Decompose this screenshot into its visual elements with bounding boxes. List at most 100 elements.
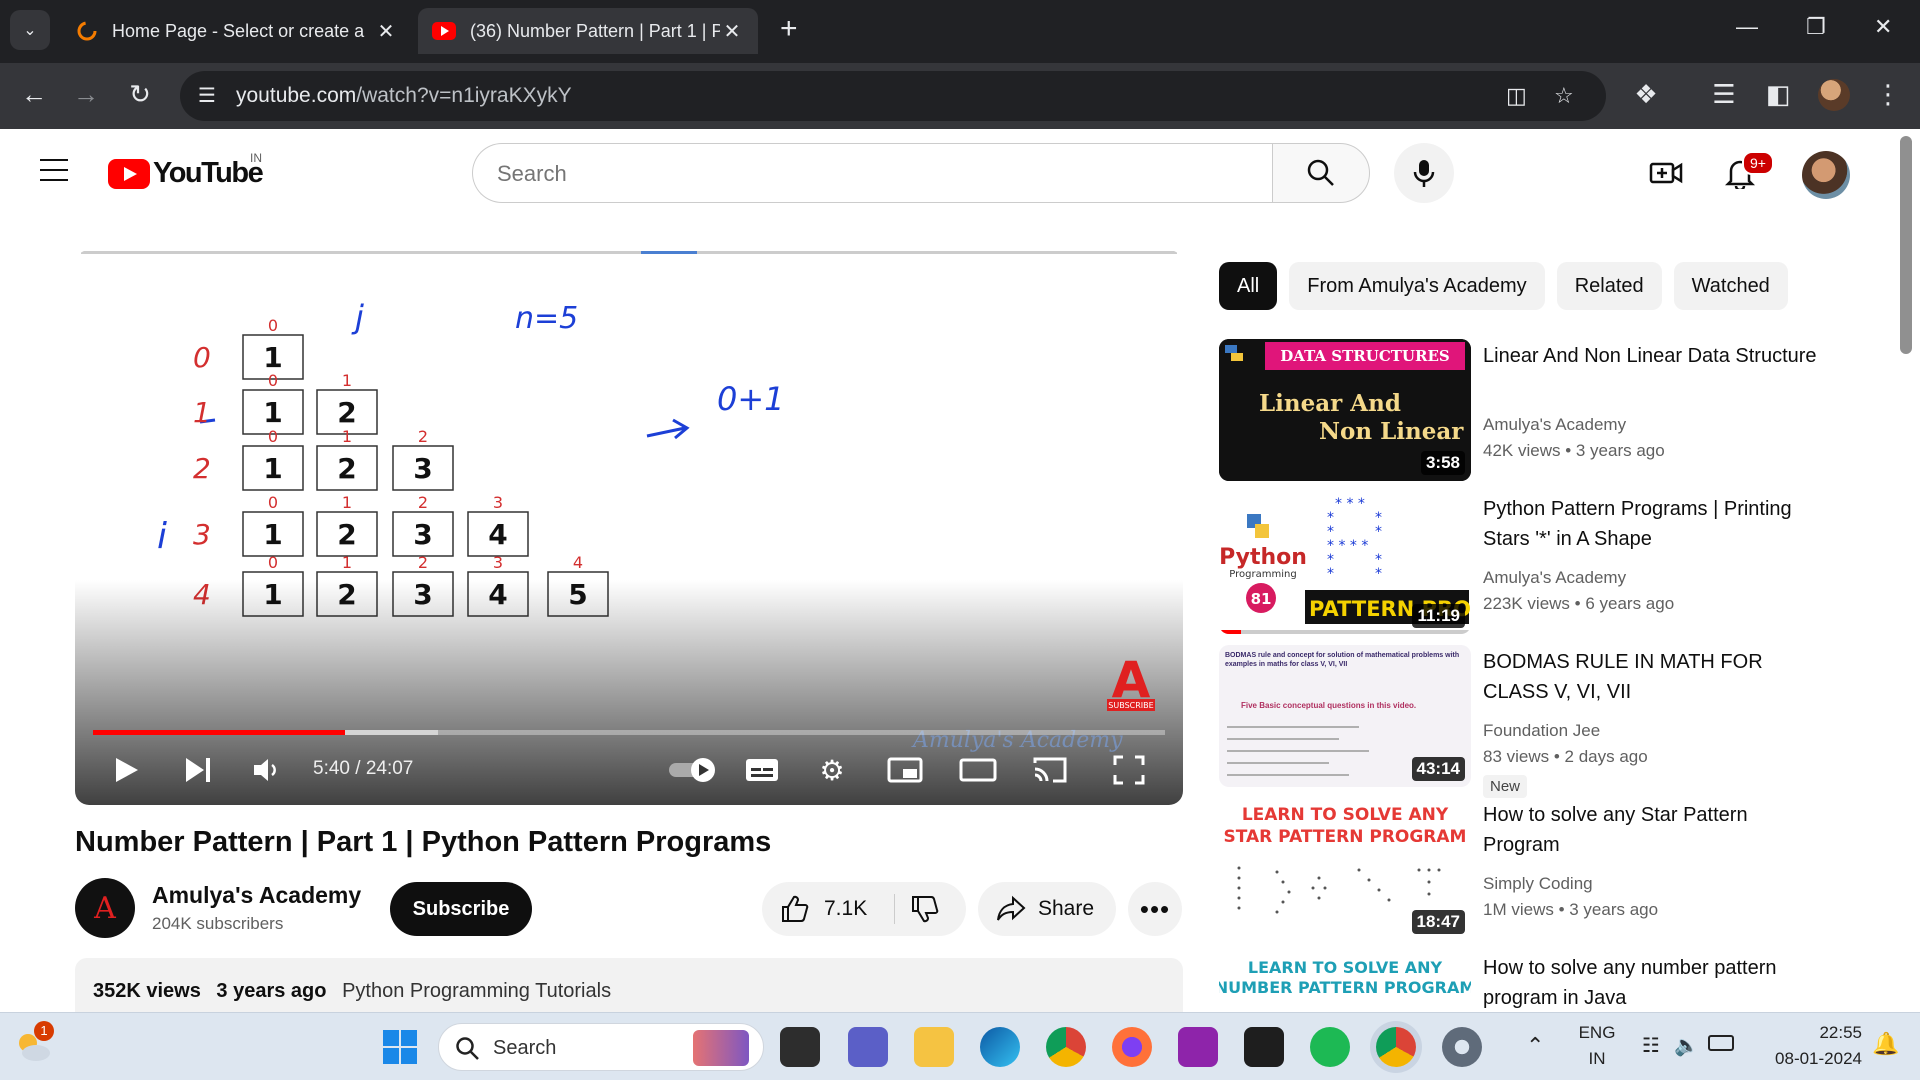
theater-mode-icon[interactable] <box>958 750 998 790</box>
clock[interactable]: 22:55 08-01-2024 <box>1752 1023 1862 1069</box>
chrome-profile-icon[interactable] <box>1376 1027 1416 1067</box>
tab-close-icon[interactable]: ✕ <box>374 19 398 44</box>
address-bar[interactable]: ☰ youtube.com/watch?v=n1iyraKXykY ◫ ☆ <box>180 71 1606 121</box>
bookmark-star-icon[interactable]: ☆ <box>1554 83 1574 109</box>
miniplayer-icon[interactable] <box>885 750 925 790</box>
search-button[interactable] <box>1272 143 1370 203</box>
recommended-video[interactable]: LEARN TO SOLVE ANY STAR PATTERN PROGRAM … <box>1219 798 1869 940</box>
chip-all[interactable]: All <box>1219 262 1278 310</box>
weather-widget-icon[interactable]: 1 <box>14 1021 54 1063</box>
word-app-icon[interactable] <box>1178 1027 1218 1067</box>
file-explorer-icon[interactable] <box>914 1027 954 1067</box>
video-time: 5:40 / 24:07 <box>313 758 414 779</box>
video-title-link[interactable]: BODMAS RULE IN MATH FOR CLASS V, VI, VII <box>1483 647 1823 707</box>
create-video-icon[interactable] <box>1648 155 1684 191</box>
video-title-link[interactable]: Python Pattern Programs | Printing Stars… <box>1483 494 1823 554</box>
more-actions-button[interactable]: ••• <box>1128 882 1182 936</box>
taskbar-search-input[interactable]: Search <box>438 1023 764 1071</box>
chip-related[interactable]: Related <box>1556 262 1662 310</box>
next-video-icon[interactable] <box>179 750 219 790</box>
dislike-button[interactable] <box>910 894 940 930</box>
teams-chat-icon[interactable] <box>848 1027 888 1067</box>
fullscreen-icon[interactable] <box>1109 750 1149 790</box>
extensions-icon[interactable]: ❖ <box>1630 79 1662 109</box>
video-thumbnail[interactable]: DATA STRUCTURES Linear And Non Linear 3:… <box>1219 339 1471 481</box>
spotify-icon[interactable] <box>1310 1027 1350 1067</box>
account-avatar[interactable] <box>1802 151 1850 199</box>
subtitles-icon[interactable] <box>742 750 782 790</box>
share-button[interactable]: Share <box>978 882 1116 936</box>
cast-icon[interactable] <box>1030 750 1070 790</box>
board-cell-value: 1 <box>263 396 282 429</box>
task-view-icon[interactable] <box>780 1027 820 1067</box>
video-thumbnail[interactable]: LEARN TO SOLVE ANY STAR PATTERN PROGRAM … <box>1219 798 1471 940</box>
autoplay-toggle[interactable] <box>667 750 721 790</box>
back-icon[interactable]: ← <box>18 79 50 109</box>
restore-icon[interactable]: ❐ <box>1806 14 1826 40</box>
playlist-link[interactable]: Python Programming Tutorials <box>342 980 611 1002</box>
video-title-link[interactable]: How to solve any number pattern program … <box>1483 953 1823 1012</box>
tab-close-icon[interactable]: ✕ <box>720 19 744 44</box>
youtube-logo[interactable]: YouTube <box>108 157 264 190</box>
thumb-line2: Non Linear <box>1319 418 1464 445</box>
video-thumbnail[interactable]: BODMAS rule and concept for solution of … <box>1219 645 1471 787</box>
notification-center-icon[interactable]: 🔔 <box>1872 1031 1899 1057</box>
speaker-icon[interactable]: 🔈 <box>1674 1033 1699 1058</box>
firefox-icon[interactable] <box>1112 1027 1152 1067</box>
board-col-index: 0 <box>268 493 278 512</box>
start-button[interactable] <box>382 1029 418 1065</box>
settings-gear-icon[interactable]: ⚙ <box>812 750 852 790</box>
recommended-video[interactable]: DATA STRUCTURES Linear And Non Linear 3:… <box>1219 339 1869 481</box>
recommended-video[interactable]: BODMAS rule and concept for solution of … <box>1219 645 1869 798</box>
side-panel-icon[interactable]: ◧ <box>1762 79 1794 109</box>
channel-name[interactable]: Amulya's Academy <box>1483 415 1626 435</box>
new-tab-button[interactable]: + <box>780 14 798 44</box>
chip-watched[interactable]: Watched <box>1673 262 1788 310</box>
like-button[interactable]: 7.1K <box>780 894 867 924</box>
channel-name[interactable]: Amulya's Academy <box>152 882 361 909</box>
subscribe-button[interactable]: Subscribe <box>390 882 532 936</box>
volume-icon[interactable] <box>247 750 287 790</box>
chip-from-channel[interactable]: From Amulya's Academy <box>1289 262 1545 310</box>
channel-avatar[interactable]: A <box>75 878 135 938</box>
site-info-icon[interactable]: ☰ <box>198 83 216 108</box>
tab-search-menu-button[interactable]: ⌄ <box>10 10 50 50</box>
language-indicator[interactable]: ENG IN <box>1578 1023 1616 1069</box>
recommended-video[interactable]: LEARN TO SOLVE ANY NUMBER PATTERN PROGRA… <box>1219 951 1869 1012</box>
terminal-icon[interactable] <box>1244 1027 1284 1067</box>
minimize-icon[interactable]: — <box>1736 14 1758 40</box>
browser-tab-youtube[interactable]: (36) Number Pattern | Part 1 | Py ✕ <box>418 8 758 54</box>
video-title-link[interactable]: How to solve any Star Pattern Program <box>1483 800 1823 860</box>
settings-gear-icon[interactable] <box>1442 1027 1482 1067</box>
seek-bar[interactable] <box>93 730 1165 735</box>
browser-tab-home[interactable]: Home Page - Select or create a ✕ <box>62 8 412 54</box>
guide-menu-icon[interactable] <box>40 159 68 181</box>
forward-icon[interactable]: → <box>70 79 102 109</box>
recommended-video[interactable]: Python Programming 81 * * * * * * * * * * * … <box>1219 492 1869 634</box>
video-thumbnail[interactable]: LEARN TO SOLVE ANY NUMBER PATTERN PROGRA… <box>1219 951 1471 1012</box>
battery-icon[interactable] <box>1708 1035 1734 1051</box>
taskbar-search-placeholder: Search <box>493 1037 557 1059</box>
play-icon[interactable] <box>107 750 147 790</box>
chrome-icon[interactable] <box>1046 1027 1086 1067</box>
close-window-icon[interactable]: ✕ <box>1874 14 1892 40</box>
install-app-icon[interactable]: ◫ <box>1506 83 1527 109</box>
video-title-link[interactable]: Linear And Non Linear Data Structure <box>1483 341 1823 371</box>
reload-icon[interactable]: ↻ <box>124 79 156 109</box>
page-scrollbar[interactable] <box>1900 136 1912 354</box>
media-control-icon[interactable]: ☰ <box>1708 79 1740 109</box>
like-separator <box>894 894 895 924</box>
tray-overflow-chevron-icon[interactable]: ⌃ <box>1526 1033 1544 1059</box>
search-input[interactable]: Search <box>472 143 1272 203</box>
channel-name[interactable]: Amulya's Academy <box>1483 568 1626 588</box>
channel-name[interactable]: Foundation Jee <box>1483 721 1600 741</box>
channel-name[interactable]: Simply Coding <box>1483 874 1593 894</box>
wifi-icon[interactable]: ☷ <box>1642 1033 1660 1058</box>
edge-browser-icon[interactable] <box>980 1027 1020 1067</box>
browser-menu-icon[interactable]: ⋮ <box>1872 79 1904 109</box>
channel-logo-subscribe-icon[interactable]: A SUBSCRIBE <box>1105 655 1157 713</box>
video-thumbnail[interactable]: Python Programming 81 * * * * * * * * * * * … <box>1219 492 1471 634</box>
voice-search-button[interactable] <box>1394 143 1454 203</box>
browser-profile-avatar[interactable] <box>1818 79 1850 111</box>
video-player[interactable]: j n=5 0+1 i 0101102121021323102132434102… <box>75 250 1183 805</box>
